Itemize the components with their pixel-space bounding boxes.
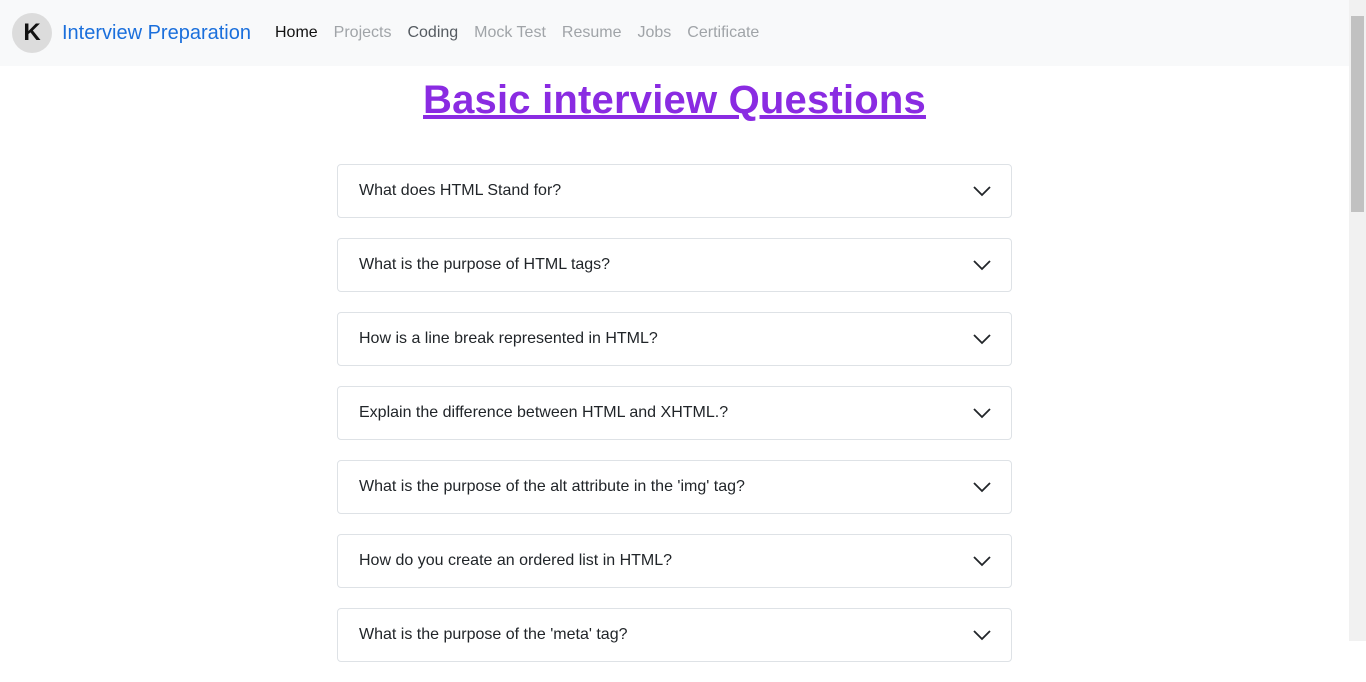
scrollbar-thumb[interactable] xyxy=(1351,16,1364,212)
accordion-item[interactable]: What is the purpose of the 'meta' tag? xyxy=(337,608,1012,662)
nav-resume[interactable]: Resume xyxy=(554,24,630,42)
question-text: Explain the difference between HTML and … xyxy=(359,404,729,421)
chevron-down-icon xyxy=(973,186,991,197)
chevron-down-icon xyxy=(973,630,991,641)
question-text: How do you create an ordered list in HTM… xyxy=(359,552,673,569)
question-text: What does HTML Stand for? xyxy=(359,182,562,199)
vertical-scrollbar[interactable] xyxy=(1349,0,1366,641)
nav-links: Home Projects Coding Mock Test Resume Jo… xyxy=(267,24,767,42)
nav-mock-test[interactable]: Mock Test xyxy=(466,24,554,42)
nav-certificate[interactable]: Certificate xyxy=(679,24,767,42)
accordion-item[interactable]: Explain the difference between HTML and … xyxy=(337,386,1012,440)
logo[interactable]: K xyxy=(12,13,52,53)
nav-coding[interactable]: Coding xyxy=(399,24,466,42)
question-text: How is a line break represented in HTML? xyxy=(359,330,658,347)
page-title[interactable]: Basic interview Questions xyxy=(0,78,1349,123)
chevron-down-icon xyxy=(973,260,991,271)
question-text: What is the purpose of the alt attribute… xyxy=(359,478,745,495)
faq-accordion: What does HTML Stand for? What is the pu… xyxy=(337,164,1012,682)
chevron-down-icon xyxy=(973,556,991,567)
brand-link[interactable]: Interview Preparation xyxy=(62,22,251,45)
accordion-item[interactable]: What is the purpose of the alt attribute… xyxy=(337,460,1012,514)
navbar: K Interview Preparation Home Projects Co… xyxy=(0,0,1349,66)
accordion-item[interactable]: What is the purpose of HTML tags? xyxy=(337,238,1012,292)
question-text: What is the purpose of the 'meta' tag? xyxy=(359,626,628,643)
accordion-item[interactable]: What does HTML Stand for? xyxy=(337,164,1012,218)
chevron-down-icon xyxy=(973,334,991,345)
chevron-down-icon xyxy=(973,408,991,419)
nav-home[interactable]: Home xyxy=(267,24,326,42)
nav-jobs[interactable]: Jobs xyxy=(629,24,679,42)
accordion-item[interactable]: How is a line break represented in HTML? xyxy=(337,312,1012,366)
accordion-item[interactable]: How do you create an ordered list in HTM… xyxy=(337,534,1012,588)
nav-projects[interactable]: Projects xyxy=(326,24,400,42)
chevron-down-icon xyxy=(973,482,991,493)
question-text: What is the purpose of HTML tags? xyxy=(359,256,611,273)
